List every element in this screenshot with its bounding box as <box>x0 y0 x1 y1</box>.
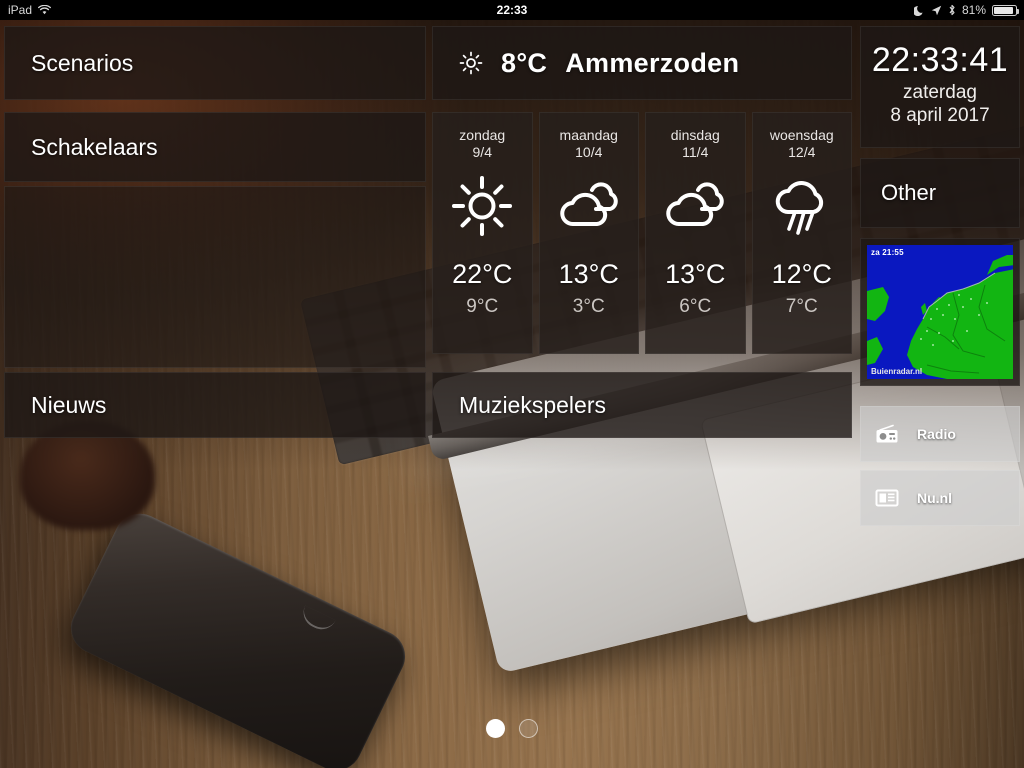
bluetooth-icon <box>948 4 956 16</box>
forecast-day-date: 12/4 <box>788 144 816 160</box>
tile-schakelaars-label: Schakelaars <box>31 133 158 160</box>
forecast-day-name: woensdag <box>769 127 834 143</box>
moon-icon <box>913 5 925 16</box>
forecast-day-name: zondag <box>459 127 506 143</box>
forecast-high: 13°C <box>558 259 619 289</box>
forecast-low: 9°C <box>466 296 499 317</box>
tile-muziekspelers[interactable]: Muziekspelers <box>432 372 852 438</box>
tile-nieuws-label: Nieuws <box>31 391 107 418</box>
radio-button-label: Radio <box>917 426 956 442</box>
forecast-day-0[interactable]: zondag 9/4 22°C 9°C <box>432 112 533 354</box>
forecast-high: 12°C <box>771 259 832 289</box>
current-city: Ammerzoden <box>565 47 740 78</box>
battery-percent-label: 81% <box>961 3 986 17</box>
status-bar: iPad 22:33 81% <box>0 0 1024 20</box>
nunl-button[interactable]: Nu.nl <box>860 470 1020 526</box>
forecast-day-name: maandag <box>559 127 618 143</box>
radar-map-image: za 21:55 Buienradar.nl <box>867 245 1013 379</box>
clock-widget: 22:33:41 zaterdag 8 april 2017 <box>860 26 1020 148</box>
status-bar-clock: 22:33 <box>496 3 528 17</box>
newspaper-icon <box>875 488 899 508</box>
partly-cloudy-icon <box>662 175 728 237</box>
forecast-low: 3°C <box>572 296 605 317</box>
forecast-day-name: dinsdag <box>670 127 720 143</box>
rain-cloud-icon <box>770 175 834 237</box>
page-indicator <box>0 719 1024 738</box>
forecast-low: 7°C <box>785 296 818 317</box>
location-arrow-icon <box>931 5 942 16</box>
radio-button[interactable]: Radio <box>860 406 1020 462</box>
nunl-button-label: Nu.nl <box>917 490 952 506</box>
forecast-day-2[interactable]: dinsdag 11/4 13°C 6°C <box>645 112 746 354</box>
tile-schakelaars[interactable]: Schakelaars <box>4 112 426 182</box>
weather-current-header[interactable]: 8°C Ammerzoden <box>432 26 852 100</box>
radar-watermark: Buienradar.nl <box>871 367 923 376</box>
radar-timestamp: za 21:55 <box>871 248 904 257</box>
forecast-high: 22°C <box>452 259 513 289</box>
forecast-high: 13°C <box>665 259 726 289</box>
forecast-day-3[interactable]: woensdag 12/4 12°C 7°C <box>751 112 852 354</box>
clock-weekday: zaterdag <box>903 82 977 103</box>
partly-cloudy-icon <box>556 175 622 237</box>
battery-icon <box>992 4 1019 16</box>
sun-icon <box>451 175 513 237</box>
page-dot-2[interactable] <box>519 719 538 738</box>
clock-time: 22:33:41 <box>871 41 1009 79</box>
tile-scenarios-label: Scenarios <box>31 49 134 76</box>
tile-scenarios[interactable]: Scenarios <box>4 26 426 100</box>
tile-other[interactable]: Other <box>860 158 1020 228</box>
weather-forecast-row: zondag 9/4 22°C 9°C maandag 10/4 13°C 3°… <box>432 112 852 354</box>
clock-date: 8 april 2017 <box>890 105 990 126</box>
tile-muziekspelers-label: Muziekspelers <box>459 391 606 418</box>
forecast-day-date: 9/4 <box>472 144 492 160</box>
tile-other-label: Other <box>881 180 937 205</box>
current-temperature: 8°C <box>501 47 548 78</box>
forecast-low: 6°C <box>679 296 712 317</box>
radio-icon <box>875 424 899 444</box>
forecast-day-date: 10/4 <box>575 144 603 160</box>
page-dot-1[interactable] <box>486 719 505 738</box>
sun-icon <box>459 51 483 75</box>
radar-widget[interactable]: za 21:55 Buienradar.nl <box>860 238 1020 386</box>
tile-nieuws[interactable]: Nieuws <box>4 372 426 438</box>
ipad-dashboard-screen: iPad 22:33 81% Scenarios Schakelaars Nie… <box>0 0 1024 768</box>
forecast-day-1[interactable]: maandag 10/4 13°C 3°C <box>538 112 639 354</box>
forecast-day-date: 11/4 <box>682 144 709 160</box>
tile-empty-area <box>4 186 426 368</box>
